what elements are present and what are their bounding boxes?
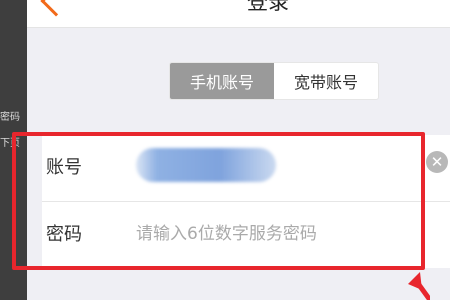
login-screen: 登录 手机账号 宽带账号 账号 ✕ 密码 [27,0,450,300]
annotation-arrow-icon [408,272,430,300]
page-title: 登录 [247,0,289,14]
background-text-fragment: 密码 [0,112,20,123]
account-row: 账号 ✕ [42,135,450,201]
back-arrow-icon[interactable] [40,0,72,17]
stage: 密码 下页 登录 手机账号 宽带账号 账号 ✕ 密码 [0,0,450,300]
clear-icon[interactable]: ✕ [426,151,448,173]
account-label: 账号 [46,157,82,178]
account-type-tabs: 手机账号 宽带账号 [169,62,379,100]
login-form: 账号 ✕ 密码 [42,135,450,268]
background-window-edge: 密码 下页 [0,0,27,300]
tab-broadband-account[interactable]: 宽带账号 [274,63,378,99]
password-label: 密码 [46,224,82,245]
password-input[interactable] [136,216,416,252]
tab-phone-account[interactable]: 手机账号 [170,63,274,99]
nav-header: 登录 [27,0,450,28]
background-text-fragment: 下页 [0,138,20,149]
account-field-obscured[interactable] [136,148,276,182]
password-row: 密码 [42,201,450,267]
